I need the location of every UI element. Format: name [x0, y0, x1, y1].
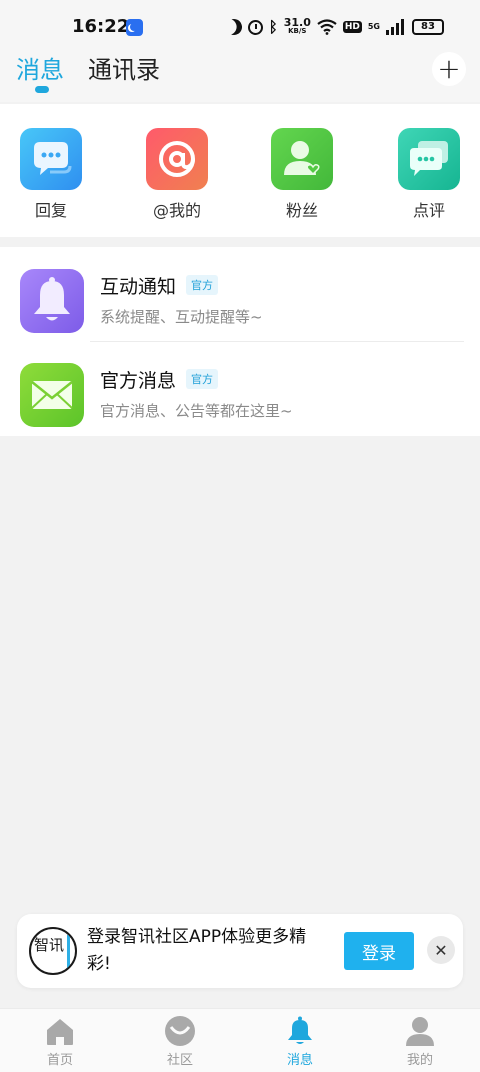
- list-item-official-messages[interactable]: 官方消息 官方 官方消息、公告等都在这里~: [0, 341, 480, 431]
- logo-accent-bar: [67, 935, 70, 969]
- official-badge: 官方: [186, 275, 218, 295]
- nav-community[interactable]: 社区: [140, 1015, 220, 1068]
- login-button[interactable]: 登录: [344, 932, 414, 970]
- login-prompt-text: 登录智讯社区APP体验更多精彩!: [87, 927, 307, 974]
- shortcut-review[interactable]: 点评: [389, 128, 469, 221]
- network-speed-value: 31.0: [283, 16, 311, 29]
- at-sign-icon: [146, 128, 208, 190]
- list-item-title: 互动通知: [100, 276, 177, 298]
- status-bar: 16:22 ᛒ 31.0 KB/S HD 5G 83: [0, 0, 480, 48]
- hd-icon: HD: [342, 21, 362, 33]
- bottom-nav: 首页 社区 消息 我的: [0, 1008, 480, 1072]
- nav-messages-label: 消息: [286, 1053, 313, 1068]
- shortcut-fans-label: 粉丝: [285, 201, 318, 220]
- list-item-title: 官方消息: [100, 370, 177, 392]
- shortcut-reply[interactable]: 回复: [11, 128, 91, 221]
- app-notification-icon: [126, 19, 143, 36]
- nav-home[interactable]: 首页: [20, 1015, 100, 1068]
- network-speed: 31.0 KB/S: [283, 16, 311, 36]
- list-item-interaction-notice[interactable]: 互动通知 官方 系统提醒、互动提醒等~: [0, 247, 480, 342]
- logo-text: 智讯: [34, 936, 65, 954]
- network-type: 5G: [367, 22, 380, 31]
- login-banner: 智讯 登录智讯社区APP体验更多精彩! 登录 ✕: [17, 914, 463, 988]
- network-speed-unit: KB/S: [288, 27, 307, 35]
- shortcut-review-label: 点评: [412, 201, 445, 220]
- header: 消息 通讯录 +: [0, 48, 480, 102]
- nav-community-label: 社区: [166, 1053, 193, 1068]
- shortcut-mentions-label: @我的: [152, 201, 201, 220]
- close-icon[interactable]: ✕: [427, 936, 455, 964]
- tab-active-indicator: [35, 86, 49, 93]
- status-time: 16:22: [72, 16, 130, 37]
- user-icon: [406, 1017, 434, 1046]
- bluetooth-icon: ᛒ: [268, 18, 278, 36]
- tab-messages[interactable]: 消息: [16, 50, 64, 85]
- list-item-subtitle: 官方消息、公告等都在这里~: [100, 402, 293, 420]
- moon-icon: [223, 17, 244, 38]
- home-icon: [47, 1019, 73, 1045]
- shortcut-reply-label: 回复: [34, 201, 67, 220]
- wifi-icon: [317, 19, 337, 35]
- nav-home-label: 首页: [46, 1053, 73, 1068]
- nav-mine-label: 我的: [406, 1053, 433, 1068]
- bell-icon: [288, 1016, 312, 1044]
- status-icons: ᛒ 31.0 KB/S HD 5G 83: [226, 15, 444, 39]
- envelope-icon: [20, 363, 84, 427]
- alarm-icon: [247, 19, 263, 35]
- add-button[interactable]: +: [432, 52, 466, 86]
- tab-contacts[interactable]: 通讯录: [88, 50, 160, 85]
- official-badge: 官方: [186, 369, 218, 389]
- community-icon: [165, 1016, 195, 1046]
- messages-page: 16:22 ᛒ 31.0 KB/S HD 5G 83 消息 通讯录 + 回复 @…: [0, 0, 480, 1072]
- list-item-subtitle: 系统提醒、互动提醒等~: [100, 308, 263, 326]
- battery-icon: 83: [412, 19, 444, 35]
- fan-user-icon: [271, 128, 333, 190]
- shortcut-row: 回复 @我的 粉丝 点评: [0, 104, 480, 237]
- shortcut-mentions[interactable]: @我的: [137, 128, 217, 221]
- app-logo: 智讯: [29, 927, 77, 975]
- nav-messages[interactable]: 消息: [260, 1015, 340, 1068]
- plus-icon: +: [437, 52, 461, 85]
- comment-icon: [398, 128, 460, 190]
- chat-bubble-icon: [20, 128, 82, 190]
- shortcut-fans[interactable]: 粉丝: [262, 128, 342, 221]
- message-list: 互动通知 官方 系统提醒、互动提醒等~ 官方消息 官方 官方消息、公告等都在这里…: [0, 247, 480, 436]
- bell-icon: [20, 269, 84, 333]
- nav-mine[interactable]: 我的: [380, 1015, 460, 1068]
- signal-icon: [386, 19, 406, 35]
